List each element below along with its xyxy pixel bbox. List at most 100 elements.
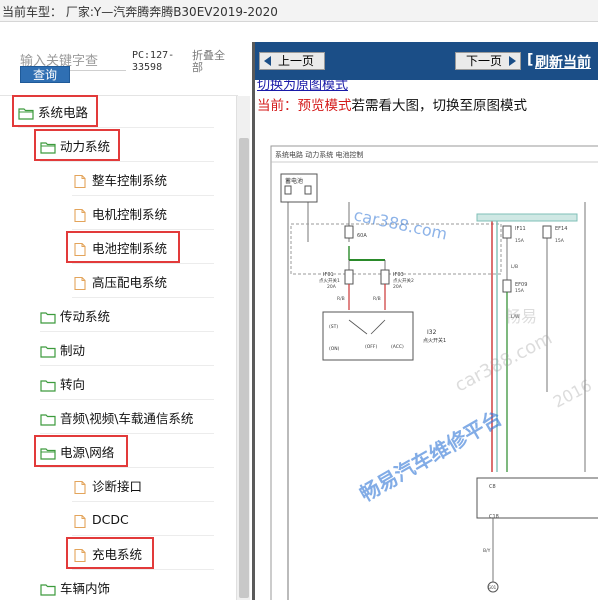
fuse-if01-amp: 20A <box>327 284 337 290</box>
document-icon <box>72 207 88 222</box>
tree-item[interactable]: 整车控制系统 <box>72 168 214 196</box>
tree-row-divider <box>72 501 214 502</box>
fuse-ef09-amp: 15A <box>515 288 525 294</box>
tree-scrollbar[interactable] <box>236 96 250 600</box>
document-icon <box>72 275 88 290</box>
refresh-bracket: [ <box>527 52 534 68</box>
highlight-box <box>66 537 154 569</box>
tree-item-label: 转向 <box>60 376 86 392</box>
fuse-if03-label: IF03 <box>393 272 404 278</box>
fuse-if01-label: IF01 <box>323 272 334 278</box>
tree-row-divider <box>40 331 214 332</box>
switch-label: I32 <box>427 329 437 336</box>
wire-label-lb: L/B <box>511 264 518 270</box>
tree-row-divider <box>72 229 214 230</box>
search-button[interactable]: 查询 <box>20 66 70 83</box>
tree-item-label: DCDC <box>92 511 129 527</box>
tree-item-label: 电机控制系统 <box>92 206 168 222</box>
next-page-button[interactable]: 下一页 <box>455 52 521 70</box>
highlight-box <box>34 435 128 467</box>
main-fuse <box>344 225 354 239</box>
tree-item-label: 音频\视频\车载通信系统 <box>60 410 194 426</box>
tree-item-label: 诊断接口 <box>92 478 143 494</box>
pc-code: PC:127-33598 <box>132 50 175 73</box>
wire-label-rb-right: R/B <box>373 296 381 302</box>
tree-item[interactable]: 传动系统 <box>40 304 214 332</box>
tree-item[interactable]: 高压配电系统 <box>72 270 214 298</box>
tree-item-label: 传动系统 <box>60 308 111 324</box>
arrow-left-icon <box>264 56 271 66</box>
fuse-if01 <box>344 269 354 285</box>
tree-row-divider <box>40 365 214 366</box>
fuse-ef09 <box>502 279 512 293</box>
tree-item-label: 车辆内饰 <box>60 580 111 596</box>
prev-page-button[interactable]: 上一页 <box>259 52 325 70</box>
fuse-ef09-label: EF09 <box>515 282 527 288</box>
tree-row-divider <box>72 263 214 264</box>
switch-pin-acc: (ACC) <box>391 344 404 350</box>
switch-desc: 点火开关1 <box>423 337 446 344</box>
highlight-box <box>34 129 120 161</box>
folder-closed-icon <box>40 411 56 426</box>
preview-mode-prefix: 当前：预览模式 <box>257 98 352 114</box>
tree-row-divider <box>72 297 214 298</box>
switch-original-mode-link[interactable]: 切换为原图模式 <box>257 80 348 92</box>
connector-c8: C8 <box>489 484 496 490</box>
tree-item[interactable]: DCDC <box>72 508 214 536</box>
highlight-box <box>12 95 98 127</box>
viewer-panel: 上一页 下一页 [ 刷新当前 切换为原图模式 当前：预览模式若需看大图，切换至原… <box>252 42 598 600</box>
viewer-toolbar: 上一页 下一页 [ 刷新当前 <box>255 42 598 80</box>
tree-item[interactable]: 转向 <box>40 372 214 400</box>
folder-closed-icon <box>40 343 56 358</box>
next-page-label: 下一页 <box>465 54 502 68</box>
fuse-if11-label: IF11 <box>515 226 526 232</box>
watermark-line2: 畅易 <box>505 307 537 326</box>
tree-row-divider <box>18 127 214 128</box>
tree-item-label: 高压配电系统 <box>92 274 168 290</box>
document-icon <box>72 513 88 528</box>
wire-label-by: B/Y <box>483 548 491 554</box>
tree-item[interactable]: 制动 <box>40 338 214 366</box>
tree-row-divider <box>40 161 214 162</box>
switch-pin-st: (ST) <box>329 324 338 330</box>
folder-closed-icon <box>40 377 56 392</box>
fuse-ef14 <box>542 225 552 239</box>
document-icon <box>72 173 88 188</box>
tree-item[interactable]: 电机控制系统 <box>72 202 214 230</box>
tree-item-label: 制动 <box>60 342 86 358</box>
left-panel: 查询 PC:127-33598 折叠全部 系统电路动力系统整车控制系统电机控制系… <box>0 22 250 600</box>
switch-pin-off: (OFF) <box>365 344 377 350</box>
tree-item[interactable]: 诊断接口 <box>72 474 214 502</box>
vehicle-info-bar: 当前车型： 厂家:Y—汽奔腾奔腾B30EV2019-2020 <box>0 0 598 22</box>
fuse-if03-amp: 20A <box>393 284 403 290</box>
switch-pin-on: (ON) <box>329 346 340 352</box>
highlight-box <box>66 231 180 263</box>
tree-row-divider <box>40 399 214 400</box>
preview-mode-notice: 当前：预览模式若需看大图，切换至原图模式 <box>257 94 527 114</box>
collapse-all-button[interactable]: 折叠全部 <box>192 50 234 74</box>
tree-item-label: 整车控制系统 <box>92 172 168 188</box>
preview-mode-suffix: 若需看大图，切换至原图模式 <box>351 98 528 114</box>
battery-label: 蓄电池 <box>285 177 303 185</box>
diagram-header: 系统电路 动力系统 电池控制 <box>275 150 363 159</box>
fuse-if01-desc: 点火开关1 <box>319 277 340 284</box>
scrollbar-thumb[interactable] <box>239 138 249 598</box>
tree-item[interactable]: 车辆内饰 <box>40 576 110 598</box>
tree-row-divider <box>72 535 214 536</box>
busbar-teal <box>476 213 578 222</box>
document-icon <box>72 479 88 494</box>
fuse-ef14-amp: 15A <box>555 238 565 244</box>
folder-closed-icon <box>40 309 56 324</box>
fuse-if03 <box>380 269 390 285</box>
arrow-right-icon <box>509 56 516 66</box>
wire-label-rb-left: R/B <box>337 296 345 302</box>
prev-page-label: 上一页 <box>277 54 314 68</box>
tree-item[interactable]: 音频\视频\车载通信系统 <box>40 406 214 434</box>
fuse-if11 <box>502 225 512 239</box>
tree-row-divider <box>72 569 214 570</box>
refresh-link[interactable]: 刷新当前 <box>535 52 591 72</box>
tree-row-divider <box>40 467 214 468</box>
connector-c18: C18 <box>489 514 499 520</box>
tree-row-divider <box>40 433 214 434</box>
wiring-diagram[interactable]: 系统电路 动力系统 电池控制 蓄电池 60A IF01 点火开关1 20A IF… <box>267 142 598 600</box>
